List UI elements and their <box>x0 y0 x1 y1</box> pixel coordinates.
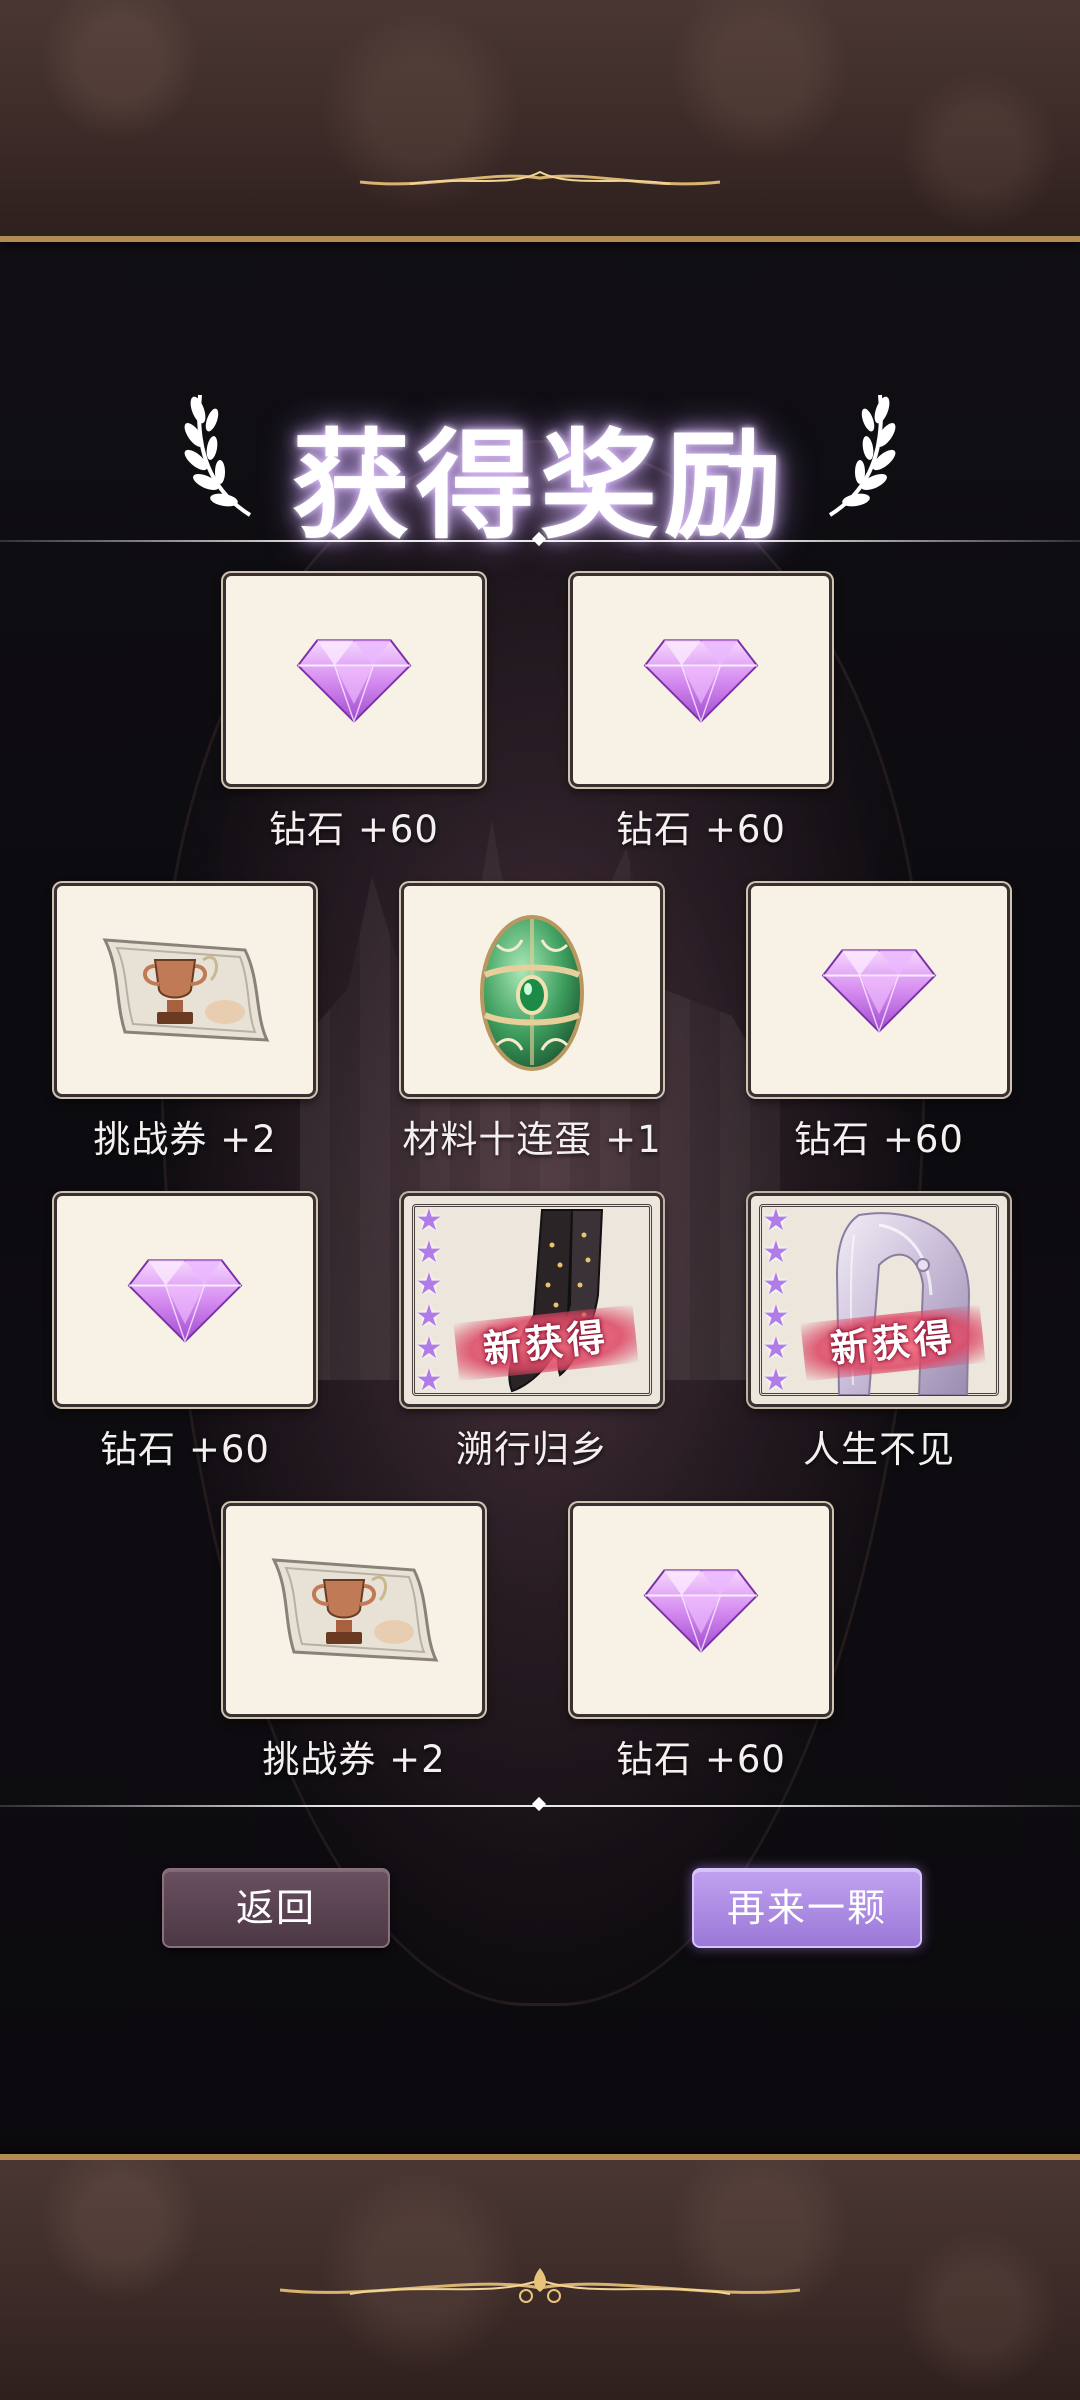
reward-item[interactable]: 钻石 +60 <box>570 1503 832 1783</box>
reward-card[interactable] <box>748 883 1010 1097</box>
diamond-icon <box>821 946 937 1034</box>
star-icon: ★ <box>415 1363 443 1398</box>
diamond-icon <box>643 636 759 724</box>
reward-card[interactable] <box>223 1503 485 1717</box>
reward-label: 溯行归乡 <box>456 1428 608 1471</box>
star-icon: ★ <box>762 1267 790 1302</box>
reward-label: 挑战券 +2 <box>93 1118 277 1161</box>
reward-card[interactable]: ★ ★ ★ ★ ★ ★ 新获得 <box>748 1193 1010 1407</box>
reward-label: 钻石 +60 <box>269 808 439 851</box>
reward-card[interactable] <box>570 573 832 787</box>
reward-item[interactable]: ★ ★ ★ ★ ★ ★ 新获得 人生不见 <box>748 1193 1010 1473</box>
star-icon: ★ <box>762 1235 790 1270</box>
star-icon: ★ <box>762 1331 790 1366</box>
challenge-ticket-icon <box>102 938 270 1042</box>
reward-item[interactable]: 钻石 +60 <box>748 883 1010 1163</box>
reward-card[interactable] <box>223 573 485 787</box>
star-icon: ★ <box>762 1203 790 1238</box>
reward-card[interactable]: ★ ★ ★ ★ ★ ★ 新获得 <box>401 1193 663 1407</box>
reward-label: 钻石 +60 <box>616 1738 786 1781</box>
laurel-right-icon <box>828 394 896 517</box>
ornament-flourish-icon <box>279 2268 801 2303</box>
rarity-stars: ★ ★ ★ ★ ★ ★ <box>414 1206 444 1396</box>
reward-item[interactable]: 钻石 +60 <box>54 1193 316 1473</box>
diamond-icon <box>127 1256 243 1344</box>
reward-item[interactable]: 挑战券 +2 <box>223 1503 485 1783</box>
reward-item[interactable]: 挑战券 +2 <box>54 883 316 1163</box>
reward-item[interactable]: ★ ★ ★ ★ ★ ★ 新获得 溯行归乡 <box>401 1193 663 1473</box>
draw-again-button[interactable]: 再来一颗 <box>692 1868 922 1948</box>
reward-item[interactable]: 材料十连蛋 +1 <box>401 883 663 1163</box>
reward-card[interactable] <box>570 1503 832 1717</box>
star-icon: ★ <box>415 1267 443 1302</box>
challenge-ticket-icon <box>271 1558 439 1662</box>
reward-label: 挑战券 +2 <box>262 1738 446 1781</box>
title-area: 获得奖励 <box>0 380 1080 555</box>
top-divider <box>0 531 1080 547</box>
star-icon: ★ <box>415 1299 443 1334</box>
reward-label: 钻石 +60 <box>616 808 786 851</box>
bottom-divider <box>0 1796 1080 1812</box>
reward-card[interactable] <box>54 1193 316 1407</box>
laurel-left-icon <box>184 394 252 517</box>
star-icon: ★ <box>415 1203 443 1238</box>
reward-card[interactable] <box>54 883 316 1097</box>
star-icon: ★ <box>415 1235 443 1270</box>
diamond-icon <box>296 636 412 724</box>
rarity-stars: ★ ★ ★ ★ ★ ★ <box>761 1206 791 1396</box>
reward-label: 钻石 +60 <box>100 1428 270 1471</box>
diamond-icon <box>643 1566 759 1654</box>
reward-label: 人生不见 <box>803 1428 955 1471</box>
reward-screen: 获得奖励 钻石 +60 钻石 +60 挑战券 +2 材料十连蛋 +1 钻石 +6… <box>0 0 1080 2400</box>
reward-label: 材料十连蛋 +1 <box>402 1118 662 1161</box>
reward-item[interactable]: 钻石 +60 <box>223 573 485 853</box>
top-decor-band <box>0 0 1080 242</box>
star-icon: ★ <box>415 1331 443 1366</box>
star-icon: ★ <box>762 1299 790 1334</box>
back-button[interactable]: 返回 <box>162 1868 390 1948</box>
ornament-flourish-icon <box>359 170 721 186</box>
star-icon: ★ <box>762 1363 790 1398</box>
reward-label: 钻石 +60 <box>794 1118 964 1161</box>
reward-item[interactable]: 钻石 +60 <box>570 573 832 853</box>
green-egg-icon <box>480 915 584 1071</box>
bottom-decor-band <box>0 2154 1080 2400</box>
reward-card[interactable] <box>401 883 663 1097</box>
